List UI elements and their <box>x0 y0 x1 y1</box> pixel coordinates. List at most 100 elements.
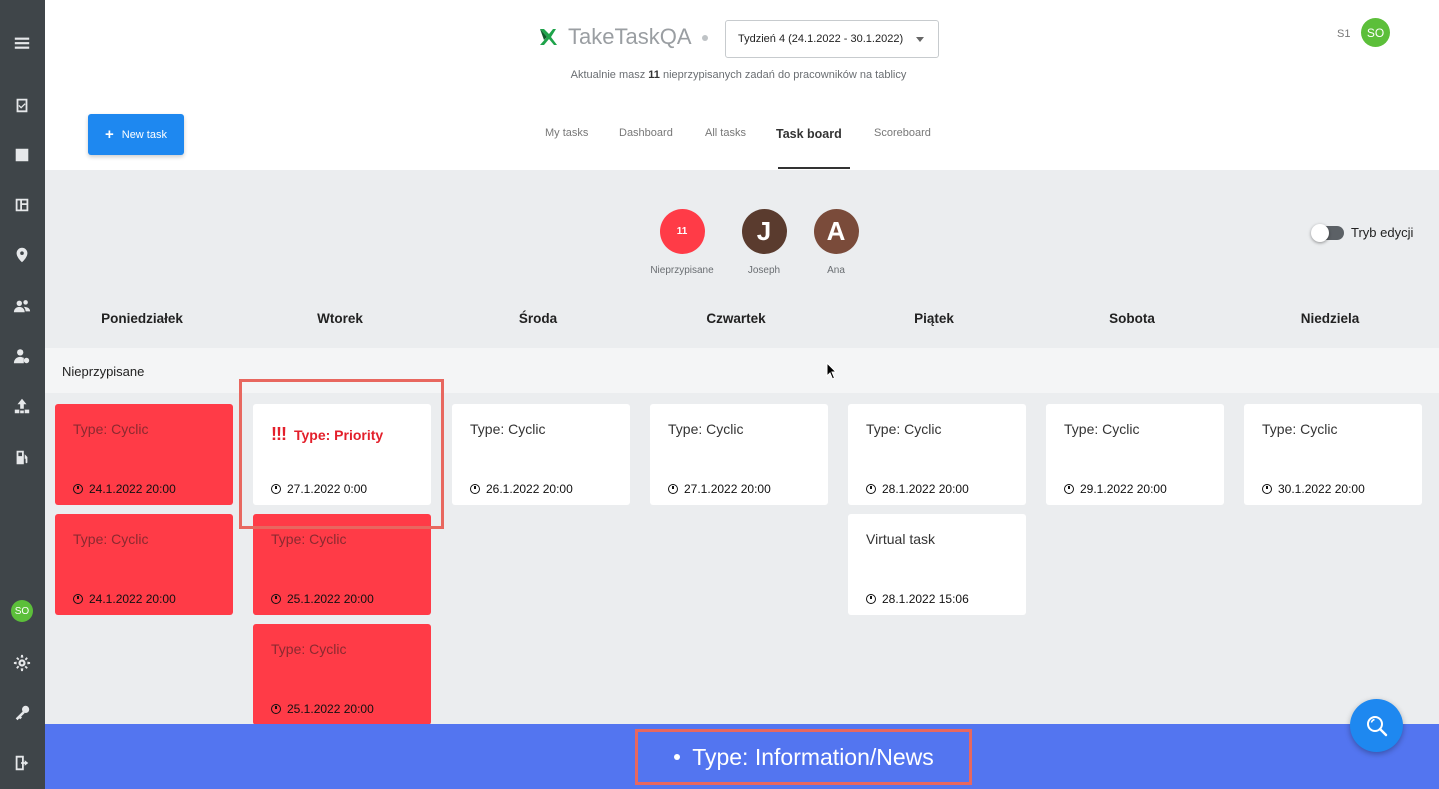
edit-mode-label: Tryb edycji <box>1351 225 1414 240</box>
tab-task-board[interactable]: Task board <box>776 127 842 141</box>
logo-icon <box>540 29 557 45</box>
chevron-down-icon <box>916 37 924 42</box>
task-card[interactable]: Type: Cyclic 25.1.2022 20:00 <box>253 514 431 615</box>
clock-icon <box>866 594 876 604</box>
day-header: Poniedziałek <box>101 311 183 326</box>
task-card[interactable]: Type: Cyclic 24.1.2022 20:00 <box>55 514 233 615</box>
task-card[interactable]: Type: Cyclic 28.1.2022 20:00 <box>848 404 1026 505</box>
sidebar: SO <box>0 0 45 789</box>
clock-icon <box>271 704 281 714</box>
person-name: Ana <box>827 265 845 276</box>
tab-dashboard[interactable]: Dashboard <box>619 127 673 139</box>
logout-icon[interactable] <box>12 753 32 773</box>
clock-icon <box>668 484 678 494</box>
task-title: Virtual task <box>866 531 935 547</box>
menu-icon[interactable] <box>12 33 32 53</box>
task-title: Type: Cyclic <box>271 641 347 657</box>
person-unassigned[interactable]: 11 Nieprzypisane <box>650 209 714 276</box>
summary-count: 11 <box>648 69 660 81</box>
clock-icon <box>866 484 876 494</box>
fuel-icon[interactable] <box>12 447 32 467</box>
new-task-button[interactable]: + New task <box>88 114 184 155</box>
clock-icon <box>73 484 83 494</box>
tab-all-tasks[interactable]: All tasks <box>705 127 746 139</box>
task-date: 24.1.2022 20:00 <box>73 482 176 496</box>
summary-suffix: nieprzypisanych zadań do pracowników na … <box>663 69 907 81</box>
plus-icon: + <box>104 126 114 143</box>
person-joseph[interactable]: J Joseph <box>741 209 787 276</box>
highlight-box-news <box>635 729 972 785</box>
task-date: 25.1.2022 20:00 <box>271 702 374 716</box>
day-header: Wtorek <box>317 311 363 326</box>
day-header: Niedziela <box>1300 311 1360 326</box>
avatar: A <box>813 209 859 254</box>
tab-scoreboard[interactable]: Scoreboard <box>874 127 931 139</box>
clock-icon <box>1262 484 1272 494</box>
task-title: Type: Cyclic <box>73 421 149 437</box>
separator-dot <box>702 35 708 41</box>
task-title: Type: Cyclic <box>470 421 546 437</box>
task-title: Type: Cyclic <box>668 421 744 437</box>
mouse-cursor <box>826 362 838 380</box>
app-logo[interactable]: TakeTaskQA <box>538 24 692 50</box>
clock-icon <box>73 594 83 604</box>
avatar: J <box>741 209 787 254</box>
task-date: 28.1.2022 20:00 <box>866 482 969 496</box>
highlight-box-priority <box>239 379 444 529</box>
day-header: Czwartek <box>706 311 766 326</box>
task-card[interactable]: Type: Cyclic 24.1.2022 20:00 <box>55 404 233 505</box>
task-date: 29.1.2022 20:00 <box>1064 482 1167 496</box>
task-date: 25.1.2022 20:00 <box>271 592 374 606</box>
day-header: Sobota <box>1109 311 1155 326</box>
task-title: Type: Cyclic <box>1064 421 1140 437</box>
task-date: 27.1.2022 20:00 <box>668 482 771 496</box>
unassigned-summary: Aktualnie masz 11 nieprzypisanych zadań … <box>45 69 1432 81</box>
search-button[interactable] <box>1350 699 1403 752</box>
task-title: Type: Cyclic <box>866 421 942 437</box>
task-date: 26.1.2022 20:00 <box>470 482 573 496</box>
task-card-virtual[interactable]: Virtual task 28.1.2022 15:06 <box>848 514 1026 615</box>
users-icon[interactable] <box>12 296 32 316</box>
task-date: 24.1.2022 20:00 <box>73 592 176 606</box>
person-ana[interactable]: A Ana <box>813 209 859 276</box>
clock-icon <box>470 484 480 494</box>
task-date: 30.1.2022 20:00 <box>1262 482 1365 496</box>
user-settings-icon[interactable] <box>12 346 32 366</box>
tab-my-tasks[interactable]: My tasks <box>545 127 588 139</box>
gear-icon[interactable] <box>12 653 32 673</box>
task-title: Type: Cyclic <box>1262 421 1338 437</box>
user-avatar[interactable]: SO <box>1361 18 1390 47</box>
location-icon[interactable] <box>12 245 32 265</box>
summary-prefix: Aktualnie masz <box>570 69 646 81</box>
task-card[interactable]: Type: Cyclic 29.1.2022 20:00 <box>1046 404 1224 505</box>
key-icon[interactable] <box>12 703 32 723</box>
layout-icon[interactable] <box>12 195 32 215</box>
task-card[interactable]: Type: Cyclic 27.1.2022 20:00 <box>650 404 828 505</box>
header: TakeTaskQA Tydzień 4 (24.1.2022 - 30.1.2… <box>45 0 1439 170</box>
task-title: Type: Cyclic <box>271 531 347 547</box>
task-card[interactable]: Type: Cyclic 30.1.2022 20:00 <box>1244 404 1422 505</box>
day-header: Środa <box>518 311 558 326</box>
task-card[interactable]: Type: Cyclic 25.1.2022 20:00 <box>253 624 431 725</box>
row-label: Nieprzypisane <box>62 364 145 379</box>
week-select-value: Tydzień 4 (24.1.2022 - 30.1.2022) <box>738 33 904 45</box>
sidebar-avatar[interactable]: SO <box>11 600 33 622</box>
task-check-icon[interactable] <box>12 95 32 115</box>
table-icon[interactable] <box>12 145 32 165</box>
task-date: 28.1.2022 15:06 <box>866 592 969 606</box>
avatar: 11 <box>659 209 705 254</box>
hierarchy-icon[interactable] <box>12 396 32 416</box>
task-title: Type: Cyclic <box>73 531 149 547</box>
day-header: Piątek <box>914 311 954 326</box>
app-name: TakeTaskQA <box>568 24 692 49</box>
clock-icon <box>271 594 281 604</box>
active-tab-indicator <box>778 167 850 169</box>
tenant-label: S1 <box>1337 28 1351 40</box>
week-select[interactable]: Tydzień 4 (24.1.2022 - 30.1.2022) <box>725 20 939 58</box>
toggle-knob <box>1311 224 1329 242</box>
edit-mode-toggle[interactable] <box>1311 224 1344 242</box>
task-card[interactable]: Type: Cyclic 26.1.2022 20:00 <box>452 404 630 505</box>
clock-icon <box>1064 484 1074 494</box>
search-icon <box>1366 715 1387 736</box>
new-task-label: New task <box>121 128 167 141</box>
